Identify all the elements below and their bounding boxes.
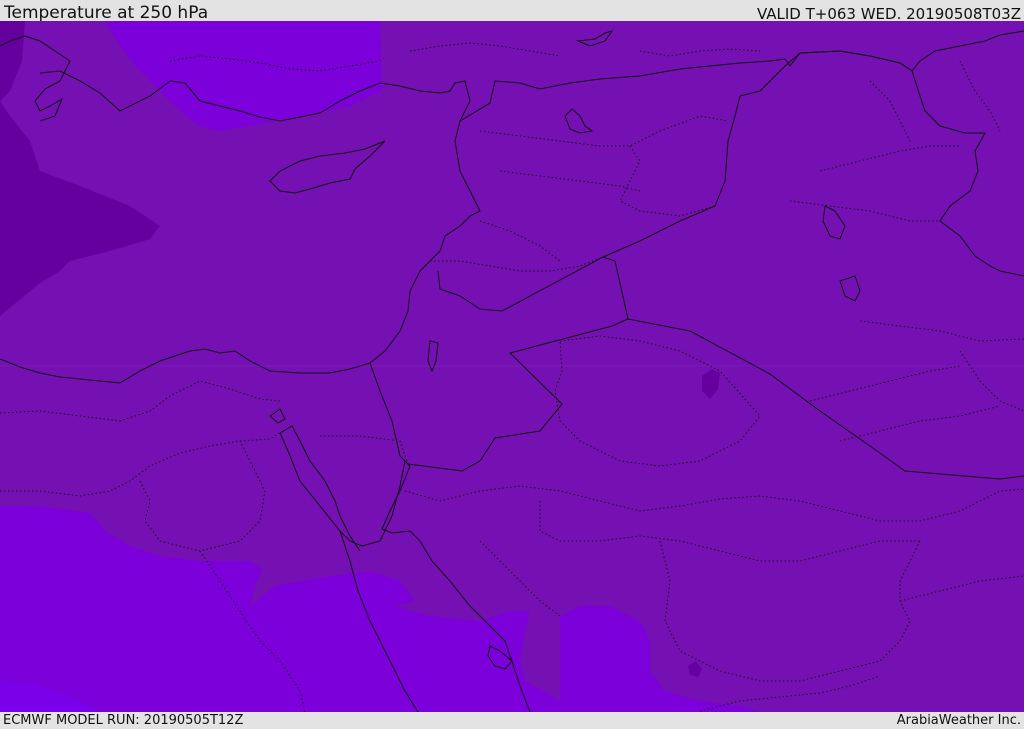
map-title: Temperature at 250 hPa [4, 3, 209, 23]
model-run-label: ECMWF MODEL RUN: 20190505T12Z [3, 713, 244, 728]
provider-label: ArabiaWeather Inc. [896, 713, 1021, 728]
temperature-map [0, 21, 1024, 712]
